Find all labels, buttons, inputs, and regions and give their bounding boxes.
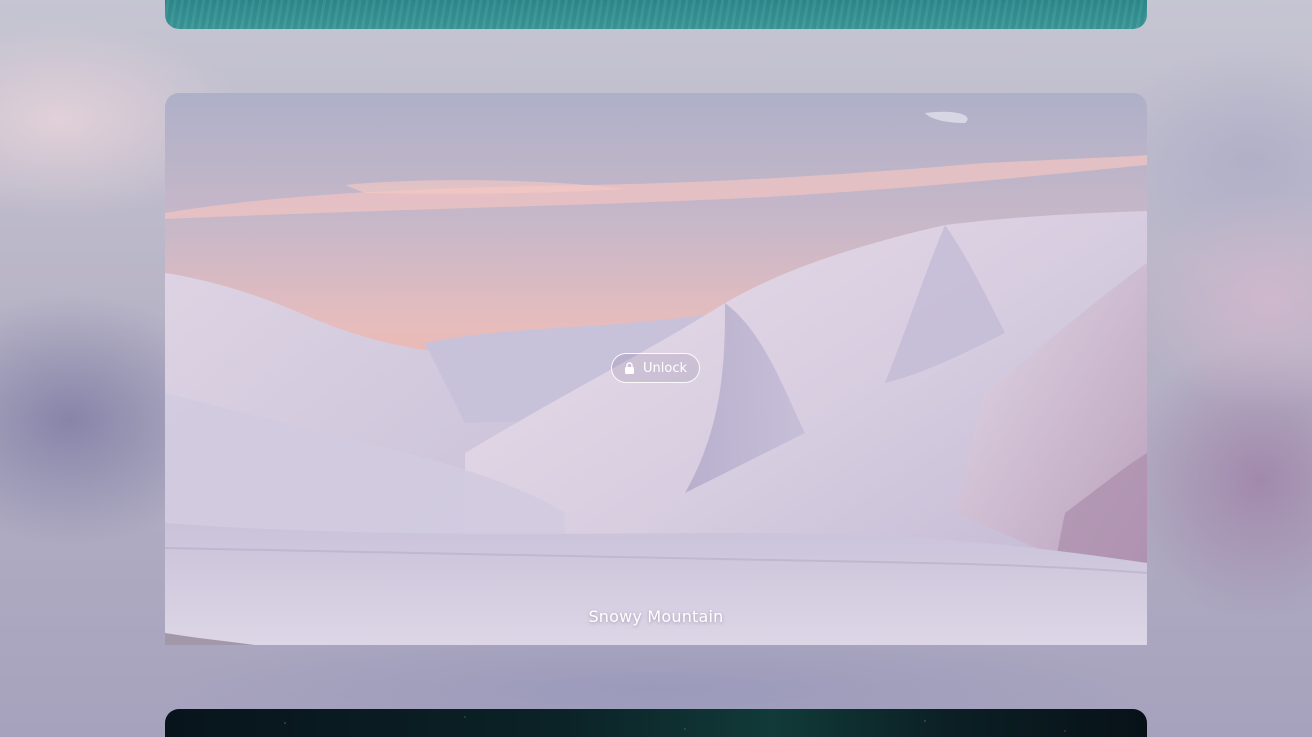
wallpaper-card-snowy-mountain[interactable]: Unlock Snowy Mountain [165, 93, 1147, 645]
unlock-button[interactable]: Unlock [611, 353, 700, 383]
wallpaper-card-previous[interactable] [165, 0, 1147, 29]
unlock-label: Unlock [643, 360, 687, 376]
wallpaper-title: Snowy Mountain [588, 607, 724, 626]
wallpaper-card-next[interactable] [165, 709, 1147, 737]
lock-icon [624, 362, 635, 374]
